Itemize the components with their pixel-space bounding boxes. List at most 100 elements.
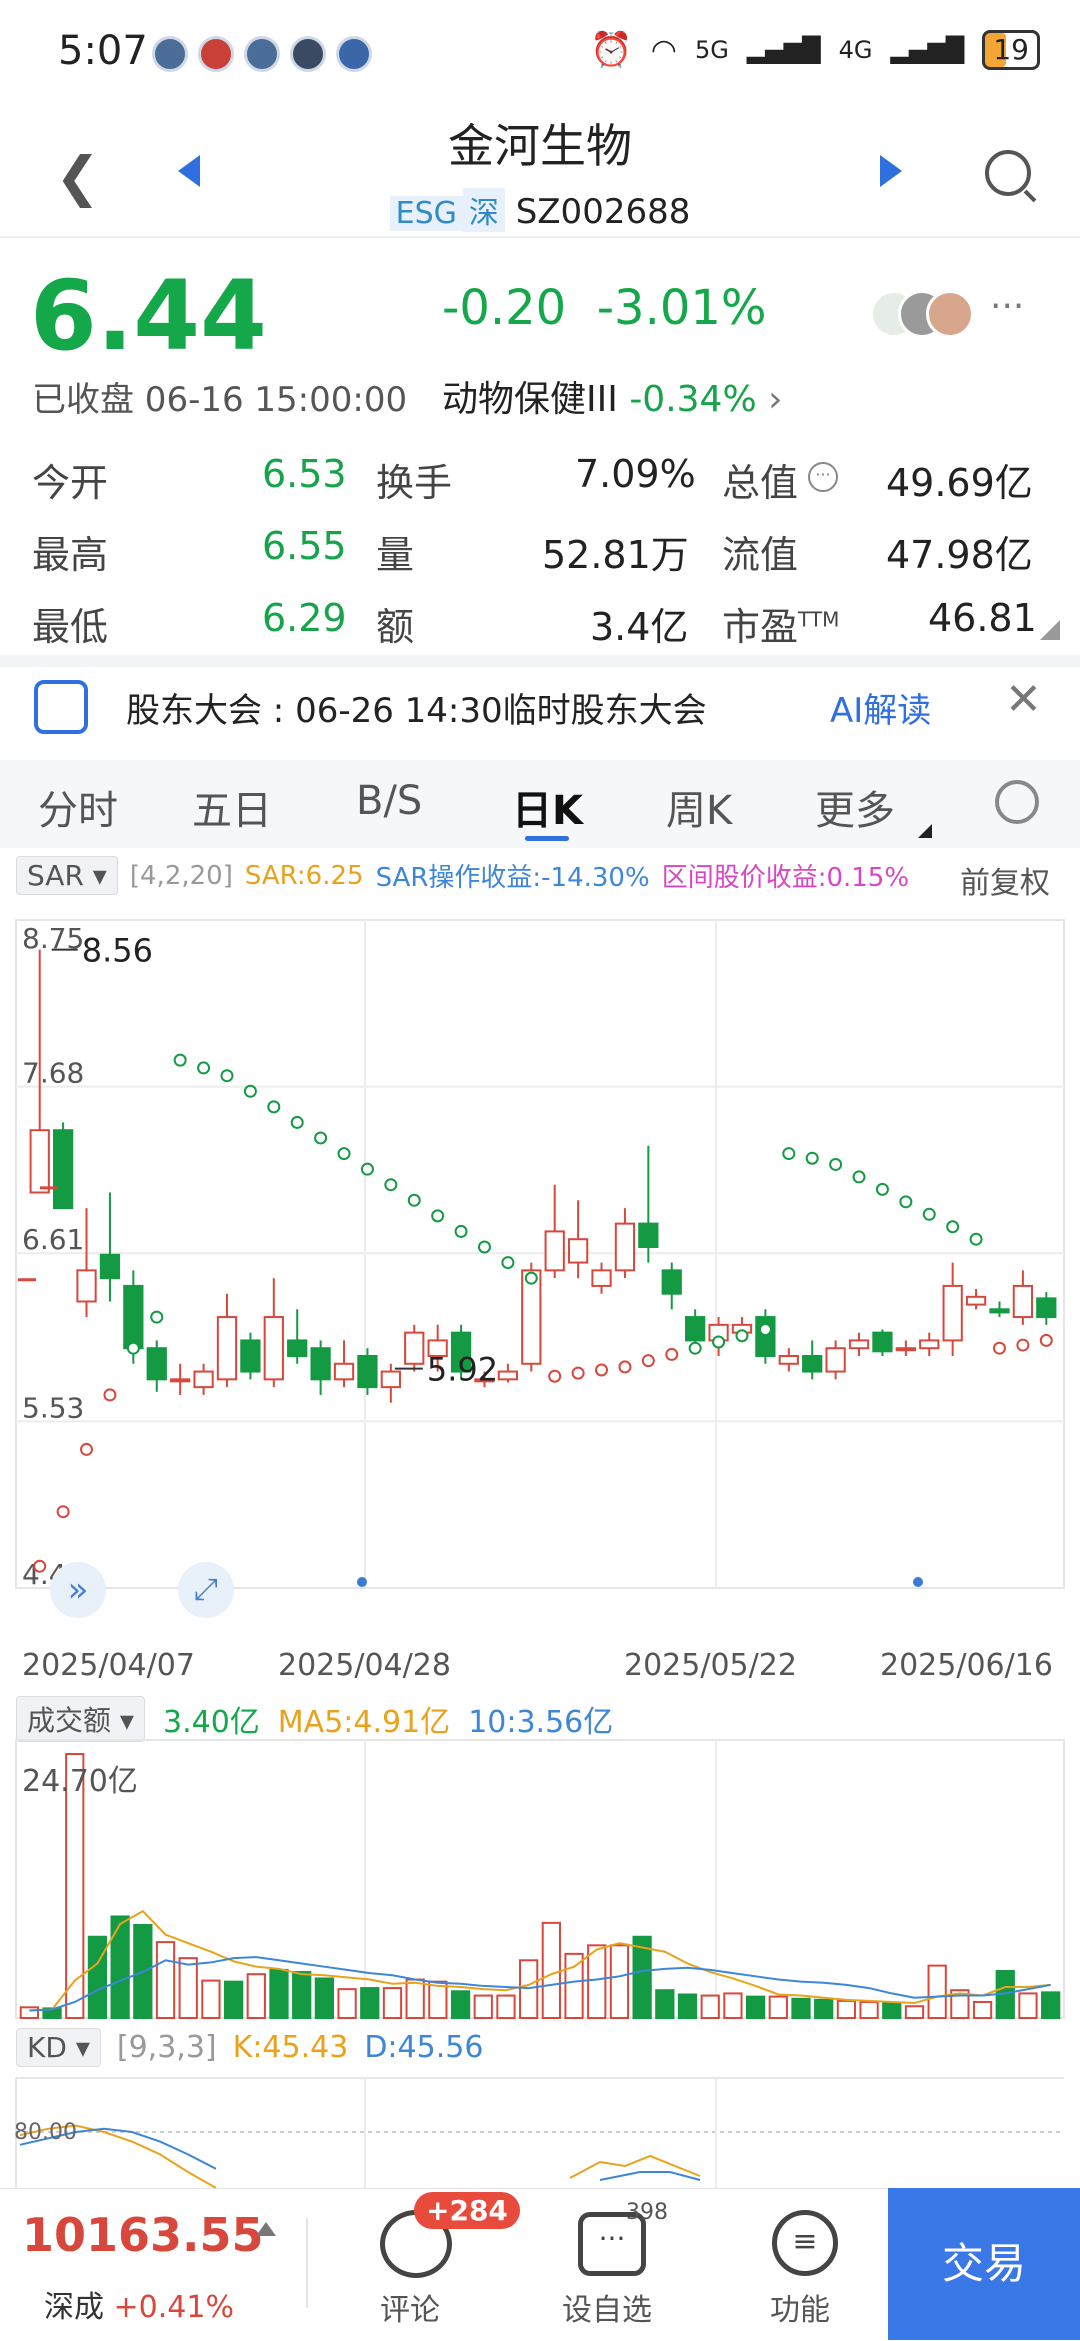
sar-dot xyxy=(290,1115,304,1129)
tab-five-day[interactable]: 五日 xyxy=(192,778,272,836)
candle xyxy=(591,1269,612,1287)
candle xyxy=(52,1129,74,1210)
kd-params: [9,3,3] xyxy=(116,2030,217,2065)
function-label[interactable]: 功能 xyxy=(770,2285,830,2329)
x-label: 2025/04/28 xyxy=(278,1648,451,1683)
sector-name: 动物保健III xyxy=(442,379,618,420)
announcement-text[interactable]: 股东大会 : 06-26 14:30临时股东大会 xyxy=(126,683,707,732)
indicator-selector[interactable]: SAR ▾ xyxy=(16,856,118,895)
adjust-mode[interactable]: 前复权 xyxy=(960,858,1050,902)
watch-label[interactable]: 设自选 xyxy=(562,2285,652,2329)
ai-interpret-button[interactable]: AI解读 xyxy=(830,683,931,732)
volume-max-label: 24.70亿 xyxy=(22,1764,138,1799)
esg-tag[interactable]: ESG xyxy=(389,196,463,231)
tab-weekly-k[interactable]: 周K xyxy=(666,778,732,836)
volume-bar xyxy=(314,1977,335,2020)
sar-dot xyxy=(431,1209,445,1223)
info-icon[interactable]: ··· xyxy=(808,462,838,492)
x-label: 2025/05/22 xyxy=(624,1648,797,1683)
sar-dot xyxy=(454,1224,468,1238)
candle xyxy=(333,1362,355,1381)
stat-label-market-cap: 总值 xyxy=(722,461,799,505)
gear-icon[interactable] xyxy=(995,780,1039,824)
kd-chart[interactable] xyxy=(0,2076,1080,2188)
stat-label-volume: 量 xyxy=(376,533,415,577)
sar-dot xyxy=(1039,1333,1053,1347)
expand-corner-icon[interactable] xyxy=(1040,620,1060,640)
active-tab-indicator xyxy=(525,836,569,841)
volume-bar xyxy=(723,1992,743,2020)
sar-dot xyxy=(477,1240,491,1254)
next-stock-button[interactable] xyxy=(880,155,902,187)
watch-count: 398 xyxy=(626,2200,668,2225)
close-icon[interactable]: ✕ xyxy=(1005,674,1042,725)
volume-bar xyxy=(292,1971,312,2019)
volume-bar xyxy=(382,1987,403,2020)
candle xyxy=(638,1222,659,1248)
dropdown-corner-icon xyxy=(918,824,932,838)
sector-link[interactable]: 动物保健III -0.34% › xyxy=(442,370,783,422)
sar-dot xyxy=(969,1232,983,1246)
sar-dot xyxy=(875,1182,889,1196)
battery-icon: 19 xyxy=(982,30,1040,70)
volume-bar xyxy=(745,1995,766,2019)
comment-label[interactable]: 评论 xyxy=(380,2285,440,2329)
current-price: 6.44 xyxy=(30,260,267,372)
sar-dot xyxy=(360,1162,374,1176)
stat-label-pe: 市盈TTM xyxy=(722,605,840,649)
tab-bs[interactable]: B/S xyxy=(356,778,422,824)
candle xyxy=(825,1347,846,1373)
sar-legend: SAR ▾ [4,2,20] SAR:6.25 SAR操作收益:-14.30% … xyxy=(16,856,909,895)
trade-button[interactable]: 交易 xyxy=(888,2188,1080,2340)
candle xyxy=(29,1129,50,1194)
expand-left-icon[interactable]: » xyxy=(50,1562,106,1618)
expand-up-icon[interactable] xyxy=(256,2222,276,2236)
candle xyxy=(544,1230,565,1272)
candle xyxy=(170,1378,191,1383)
candle xyxy=(872,1331,893,1353)
stat-value-high: 6.55 xyxy=(262,524,347,568)
change-percent: -3.01% xyxy=(596,280,767,336)
search-icon[interactable] xyxy=(985,150,1031,196)
kd-d: D:45.56 xyxy=(364,2030,484,2065)
candlestick-chart[interactable]: 8.757.686.615.534.46 8.565.92 xyxy=(0,900,1080,1640)
index-percent: +0.41% xyxy=(113,2290,234,2325)
tab-daily-k[interactable]: 日K xyxy=(512,778,583,836)
comment-badge: +284 xyxy=(414,2192,520,2229)
sar-dot xyxy=(384,1178,398,1192)
candle xyxy=(123,1284,144,1350)
y-tick-label: 6.61 xyxy=(22,1223,84,1256)
kd-level-label: 80.00 xyxy=(14,2120,77,2145)
status-time: 5:07 xyxy=(58,28,148,74)
candle xyxy=(1012,1284,1034,1319)
kd-selector[interactable]: KD ▾ xyxy=(16,2028,101,2067)
index-value[interactable]: 10163.55 xyxy=(22,2208,264,2262)
sar-dot xyxy=(618,1360,632,1374)
candle xyxy=(263,1316,284,1381)
sar-dot xyxy=(829,1157,843,1171)
tab-more[interactable]: 更多 xyxy=(815,778,895,836)
x-label: 2025/04/07 xyxy=(22,1648,195,1683)
avatar xyxy=(926,290,974,338)
status-bar: 5:07 ⏰ ◠ 5G ▂▄▆█ 4G ▂▄▆█ 19 xyxy=(0,0,1080,100)
volume-selector[interactable]: 成交额 ▾ xyxy=(16,1696,145,1742)
menu-icon[interactable]: ≡ xyxy=(772,2210,838,2276)
sar-dot xyxy=(922,1207,936,1221)
volume-bar xyxy=(450,1990,471,2020)
volume-chart[interactable] xyxy=(0,1738,1080,2020)
volume-bar xyxy=(110,1915,130,2019)
stat-label-high: 最高 xyxy=(32,533,109,577)
divider xyxy=(306,2218,308,2308)
alarm-icon: ⏰ xyxy=(590,30,633,70)
more-icon[interactable]: ··· xyxy=(990,286,1024,327)
sar-dot xyxy=(735,1329,749,1343)
volume-bar xyxy=(201,1979,221,2019)
fullscreen-icon[interactable]: ⤢ xyxy=(178,1562,234,1618)
high-label: 8.56 xyxy=(82,932,153,970)
stat-value-market-cap: 49.69亿 xyxy=(886,461,1033,505)
candle xyxy=(965,1295,987,1306)
tab-intraday[interactable]: 分时 xyxy=(38,778,118,836)
sar-dot xyxy=(150,1310,164,1324)
signal-bars-icon: ▂▄▆█ xyxy=(746,36,821,64)
sar-dot xyxy=(103,1388,117,1402)
